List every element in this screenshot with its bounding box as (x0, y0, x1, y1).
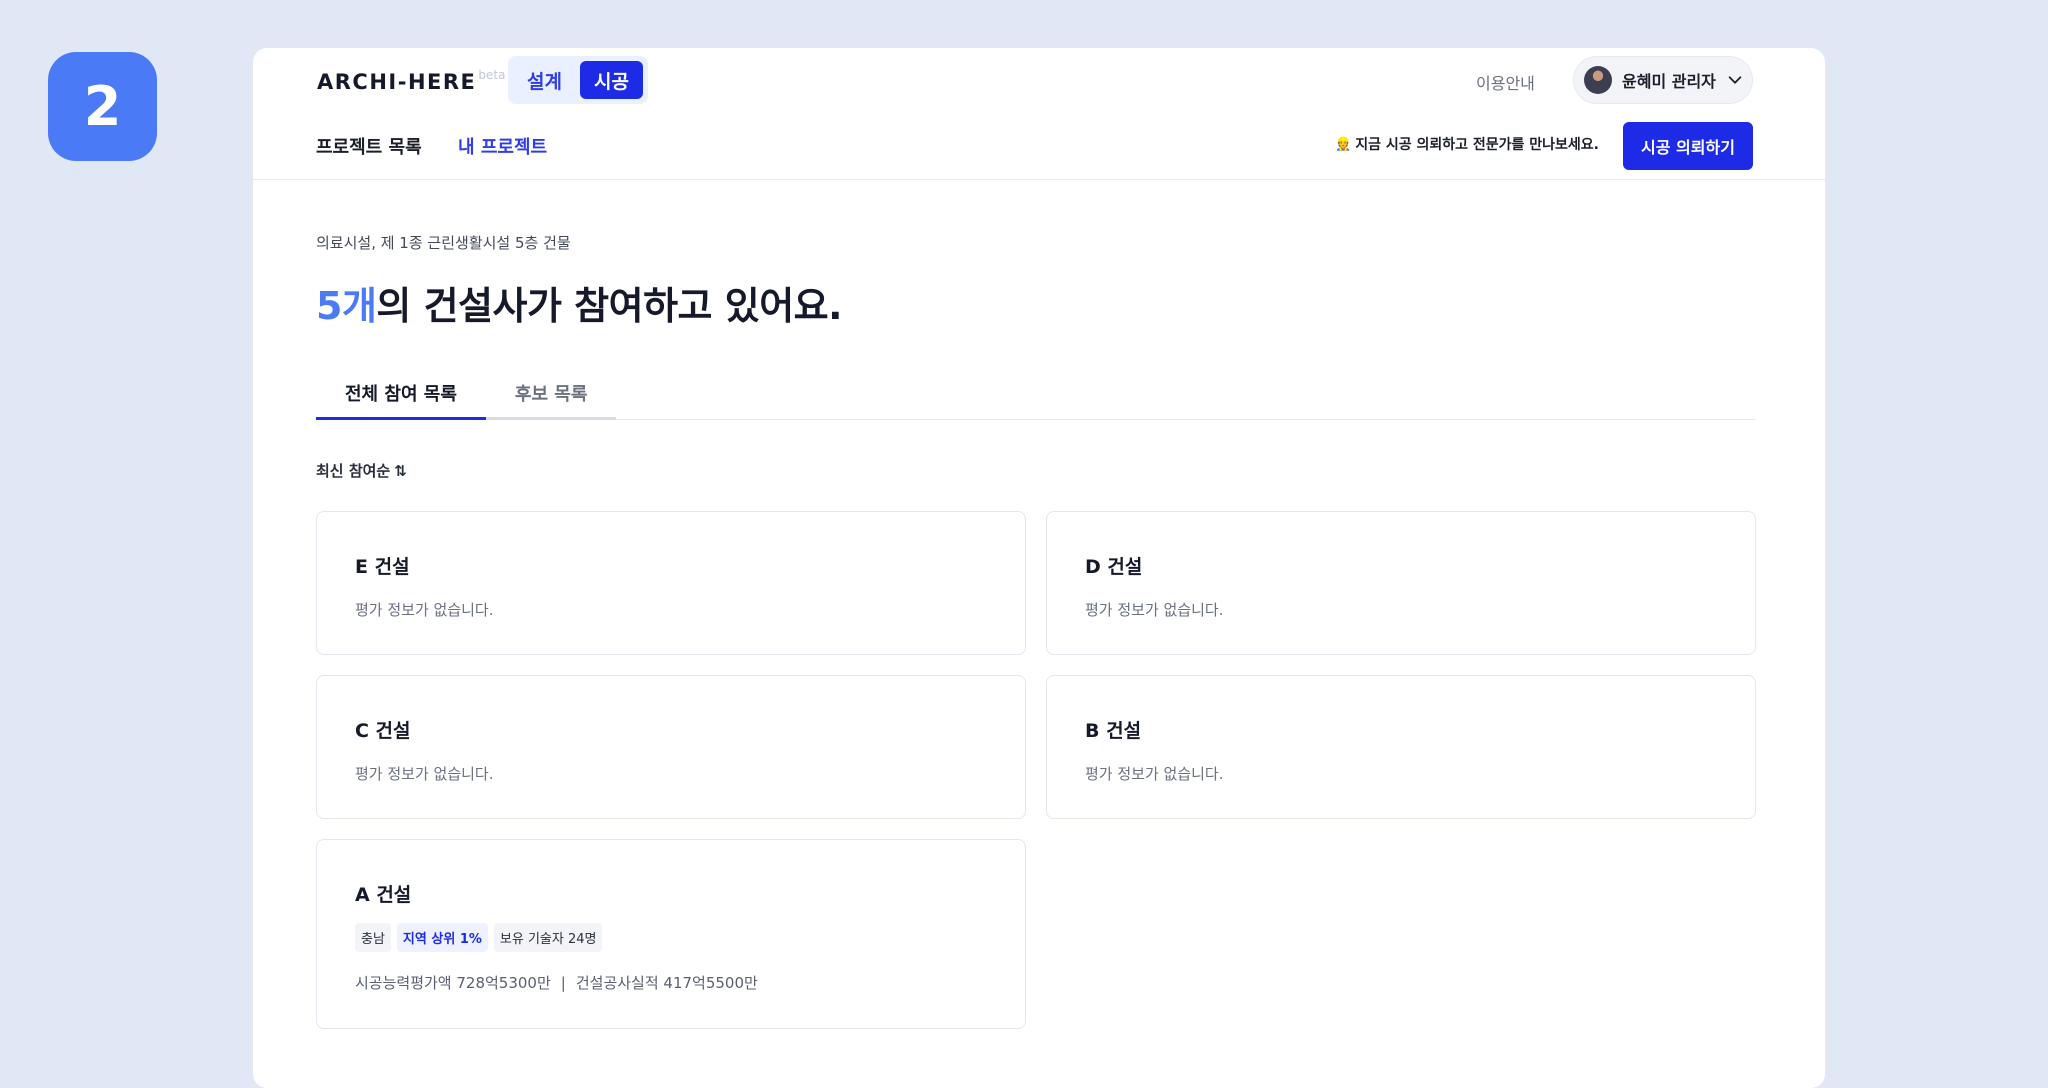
nav-my-projects[interactable]: 내 프로젝트 (458, 133, 547, 159)
company-card[interactable]: E 건설 평가 정보가 없습니다. (316, 511, 1026, 655)
project-subtitle: 의료시설, 제 1종 근린생활시설 5층 건물 (316, 234, 571, 252)
tab-bar: 전체 참여 목록 후보 목록 (316, 368, 1756, 420)
avatar (1584, 66, 1612, 94)
tab-candidates[interactable]: 후보 목록 (485, 368, 617, 420)
company-name: A 건설 (355, 884, 412, 906)
company-grid: E 건설 평가 정보가 없습니다. D 건설 평가 정보가 없습니다. C 건설… (316, 511, 1756, 1029)
capacity-stat: 시공능력평가액 728억5300만 (355, 974, 551, 992)
sort-arrows-icon: ⇅ (394, 461, 407, 480)
beta-badge: beta (478, 68, 506, 82)
page-title: 5개의 건설사가 참여하고 있어요. (316, 275, 1756, 330)
main-content: 의료시설, 제 1종 근린생활시설 5층 건물 5개의 건설사가 참여하고 있어… (316, 228, 1756, 1029)
promo-label: 지금 시공 의뢰하고 전문가를 만나보세요. (1355, 137, 1599, 153)
headline-text: 의 건설사가 참여하고 있어요. (376, 284, 843, 328)
company-desc: 평가 정보가 없습니다. (1085, 765, 1224, 783)
mode-construction-button[interactable]: 시공 (579, 61, 643, 99)
construction-worker-icon: 👷 (1335, 136, 1352, 152)
company-name: E 건설 (355, 556, 410, 578)
nav-project-list[interactable]: 프로젝트 목록 (316, 133, 422, 159)
participant-count: 5개 (316, 284, 377, 328)
company-stats: 시공능력평가액 728억5300만 | 건설공사실적 417억5500만 (355, 972, 987, 993)
request-construction-button[interactable]: 시공 의뢰하기 (1623, 122, 1753, 170)
company-name: C 건설 (355, 720, 411, 742)
company-tags: 충남 지역 상위 1% 보유 기술자 24명 (355, 923, 987, 952)
stat-separator: | (560, 974, 566, 992)
sort-dropdown[interactable]: 최신 참여순 ⇅ (316, 460, 407, 481)
company-card[interactable]: C 건설 평가 정보가 없습니다. (316, 675, 1026, 819)
promo-text: 👷 지금 시공 의뢰하고 전문가를 만나보세요. (1335, 134, 1599, 154)
tab-all-participants[interactable]: 전체 참여 목록 (316, 368, 486, 420)
user-menu[interactable]: 윤혜미 관리자 (1573, 56, 1753, 104)
user-name: 윤혜미 관리자 (1622, 72, 1716, 91)
region-tag: 충남 (355, 923, 391, 952)
guide-link[interactable]: 이용안내 (1476, 70, 1535, 94)
mode-toggle: 설계 시공 (508, 56, 648, 104)
record-stat: 건설공사실적 417억5500만 (575, 974, 758, 992)
sort-label: 최신 참여순 (316, 462, 391, 480)
company-card[interactable]: B 건설 평가 정보가 없습니다. (1046, 675, 1756, 819)
step-badge: 2 (48, 52, 157, 161)
company-name: D 건설 (1085, 556, 1143, 578)
company-name: B 건설 (1085, 720, 1142, 742)
company-desc: 평가 정보가 없습니다. (355, 601, 494, 619)
company-desc: 평가 정보가 없습니다. (355, 765, 494, 783)
chevron-down-icon (1728, 76, 1742, 84)
company-card[interactable]: D 건설 평가 정보가 없습니다. (1046, 511, 1756, 655)
header: ARCHI-HERE beta 설계 시공 이용안내 윤혜미 관리자 프로젝트 목… (253, 48, 1825, 180)
company-desc: 평가 정보가 없습니다. (1085, 601, 1224, 619)
logo[interactable]: ARCHI-HERE beta (317, 68, 505, 94)
logo-text: ARCHI-HERE (317, 70, 477, 94)
rank-tag: 지역 상위 1% (396, 923, 488, 952)
app-window: ARCHI-HERE beta 설계 시공 이용안내 윤혜미 관리자 프로젝트 목… (253, 48, 1825, 1088)
mode-design-button[interactable]: 설계 (513, 61, 576, 99)
company-card-featured[interactable]: A 건설 충남 지역 상위 1% 보유 기술자 24명 시공능력평가액 728억… (316, 839, 1026, 1029)
engineers-tag: 보유 기술자 24명 (493, 923, 603, 952)
